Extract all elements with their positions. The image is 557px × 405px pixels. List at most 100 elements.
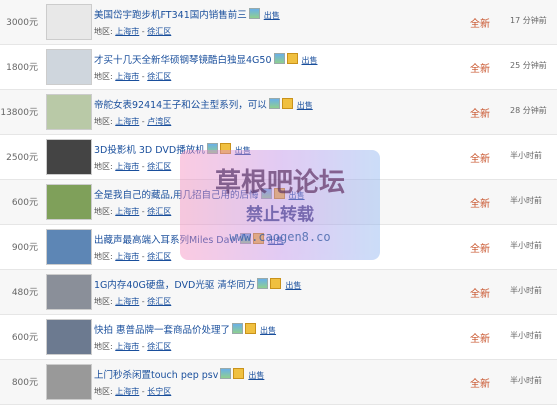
condition-badge: 全新 [470,199,490,210]
city-link[interactable]: 上海市 [115,72,139,81]
district-link[interactable]: 徐汇区 [147,27,171,36]
city-link[interactable]: 上海市 [115,252,139,261]
listing-title-link[interactable]: 美国岱宇跑步机FT341国内销售前三 [94,10,247,21]
picture-icon [239,233,251,244]
city-link[interactable]: 上海市 [115,27,139,36]
district-link[interactable]: 徐汇区 [147,162,171,171]
map-icon[interactable] [219,143,231,154]
listing-thumbnail[interactable] [46,229,92,265]
picture-icon [257,278,269,289]
price: 2500元 [6,153,38,163]
condition-badge: 全新 [470,334,490,345]
listing-thumbnail[interactable] [46,319,92,355]
map-icon[interactable] [252,233,264,244]
listing-type-link[interactable]: 出售 [264,11,280,20]
condition-badge: 全新 [470,154,490,165]
listing-type-link[interactable]: 出售 [289,191,305,200]
listing-title-link[interactable]: 出藏声最高端入耳系列Miles Davi [94,235,238,246]
region-label: 地区: [94,387,113,396]
region-label: 地区: [94,117,113,126]
listing-thumbnail[interactable] [46,184,92,220]
condition-badge: 全新 [470,289,490,300]
listing-thumbnail[interactable] [46,49,92,85]
price: 3000元 [6,18,38,28]
listing-type-link[interactable]: 出售 [268,236,284,245]
post-time: 半小时前 [510,196,542,205]
listing-thumbnail[interactable] [46,139,92,175]
listing-thumbnail[interactable] [46,4,92,40]
listing-type-link[interactable]: 出售 [235,146,251,155]
district-link[interactable]: 卢湾区 [147,117,171,126]
listing-row: 800元 上门秒杀闲置touch pep psv 出售 地区: 上海市 - 长宁区 全新… [0,360,557,405]
listing-title-link[interactable]: 上门秒杀闲置touch pep psv [94,370,218,381]
listing-type-link[interactable]: 出售 [302,56,318,65]
listing-thumbnail[interactable] [46,94,92,130]
post-time: 半小时前 [510,376,542,385]
city-link[interactable]: 上海市 [115,297,139,306]
district-link[interactable]: 徐汇区 [147,207,171,216]
condition-badge: 全新 [470,379,490,390]
listing-title-link[interactable]: 帝舵女表92414王子和公主型系列，可以 [94,100,267,111]
picture-icon [248,8,260,19]
listing-row: 600元 快拍 惠普品牌一套商品价处理了 出售 地区: 上海市 - 徐汇区 全新 半小时前 [0,315,557,360]
listing-title-link[interactable]: 1G内存40G硬盘，DVD光驱 清华同方 [94,280,255,291]
map-icon[interactable] [233,368,245,379]
post-time: 17 分钟前 [510,16,547,25]
listing-row: 900元 出藏声最高端入耳系列Miles Davi 出售 地区: 上海市 - 徐汇区 全… [0,225,557,270]
listing-row: 2500元 3D投影机 3D DVD播放机 出售 地区: 上海市 - 徐汇区 全新 半小时… [0,135,557,180]
district-link[interactable]: 徐汇区 [147,252,171,261]
district-link[interactable]: 长宁区 [147,387,171,396]
post-time: 28 分钟前 [510,106,547,115]
listing-location: 地区: 上海市 - 徐汇区 [94,252,172,261]
listing-type-link[interactable]: 出售 [285,281,301,290]
region-label: 地区: [94,342,113,351]
listing-type-link[interactable]: 出售 [248,371,264,380]
listing-title-link[interactable]: 3D投影机 3D DVD播放机 [94,145,205,156]
price: 600元 [11,198,38,208]
district-link[interactable]: 徐汇区 [147,72,171,81]
region-label: 地区: [94,27,113,36]
listing-type-link[interactable]: 出售 [297,101,313,110]
condition-badge: 全新 [470,109,490,120]
picture-icon [260,188,272,199]
price: 800元 [11,378,38,388]
map-icon[interactable] [286,53,298,64]
listing-title-link[interactable]: 全是我自己的藏品,用几招自己用的后悔 [94,190,259,201]
region-label: 地区: [94,297,113,306]
map-icon[interactable] [245,323,257,334]
region-label: 地区: [94,252,113,261]
listing-row: 600元 全是我自己的藏品,用几招自己用的后悔 出售 地区: 上海市 - 徐汇区 全新 半… [0,180,557,225]
listing-type-link[interactable]: 出售 [260,326,276,335]
map-icon[interactable] [270,278,282,289]
listing-title-link[interactable]: 才买十几天全新华硕钢琴镜酷白独显4G50 [94,55,272,66]
picture-icon [273,53,285,64]
listing-title-link[interactable]: 快拍 惠普品牌一套商品价处理了 [94,325,230,336]
map-icon[interactable] [273,188,285,199]
city-link[interactable]: 上海市 [115,207,139,216]
listing-location: 地区: 上海市 - 卢湾区 [94,117,172,126]
price: 1800元 [6,63,38,73]
post-time: 半小时前 [510,286,542,295]
district-link[interactable]: 徐汇区 [147,342,171,351]
post-time: 25 分钟前 [510,61,547,70]
city-link[interactable]: 上海市 [115,342,139,351]
listing-row: 3000元 美国岱宇跑步机FT341国内销售前三 出售 地区: 上海市 - 徐汇区 全新… [0,0,557,45]
listing-thumbnail[interactable] [46,274,92,310]
listing-thumbnail[interactable] [46,364,92,400]
city-link[interactable]: 上海市 [115,162,139,171]
map-icon[interactable] [281,98,293,109]
listing-location: 地区: 上海市 - 徐汇区 [94,297,172,306]
picture-icon [232,323,244,334]
district-link[interactable]: 徐汇区 [147,297,171,306]
city-link[interactable]: 上海市 [115,387,139,396]
condition-badge: 全新 [470,244,490,255]
city-link[interactable]: 上海市 [115,117,139,126]
picture-icon [220,368,232,379]
listing-location: 地区: 上海市 - 徐汇区 [94,27,172,36]
post-time: 半小时前 [510,241,542,250]
listing-list: 3000元 美国岱宇跑步机FT341国内销售前三 出售 地区: 上海市 - 徐汇区 全新… [0,0,557,405]
post-time: 半小时前 [510,151,542,160]
condition-badge: 全新 [470,64,490,75]
region-label: 地区: [94,207,113,216]
price: 13800元 [0,108,38,118]
